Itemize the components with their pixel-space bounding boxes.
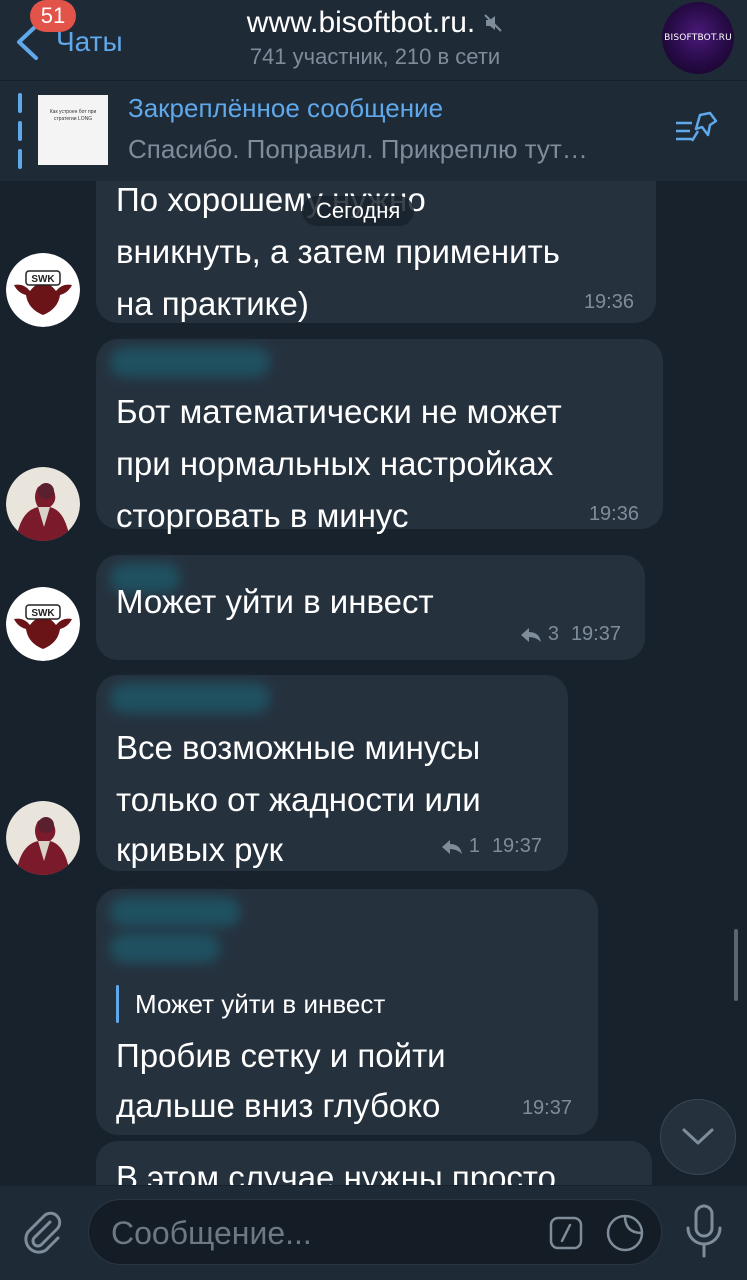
sender-avatar[interactable] <box>6 467 80 541</box>
message-input-field[interactable] <box>88 1199 662 1266</box>
message-bubble[interactable]: Может уйти в инвест 3 19:37 <box>96 555 645 660</box>
message-time: 19:36 <box>583 291 634 313</box>
pinned-list-icon[interactable] <box>674 109 720 149</box>
pinned-thumbnail: Как устроен бот при стратегии LONG <box>38 95 108 165</box>
message-line: Может уйти в инвест <box>116 583 434 620</box>
user-photo-icon <box>6 467 80 541</box>
message-time: 19:36 <box>588 503 639 525</box>
message-line: Бот математически не может <box>116 393 562 430</box>
scrollbar[interactable] <box>734 929 738 1001</box>
swk-bull-logo-icon: SWK <box>6 587 80 661</box>
back-button[interactable]: Чаты <box>14 22 144 62</box>
compose-bar <box>0 1186 747 1280</box>
sender-avatar[interactable]: SWK <box>6 587 80 661</box>
sender-avatar[interactable] <box>6 801 80 875</box>
reply-count: 1 <box>468 835 480 857</box>
date-separator: Сегодня <box>302 196 415 226</box>
pinned-title: Закреплённое сообщение <box>128 93 444 123</box>
message-time: 19:37 <box>521 1097 572 1119</box>
message-bubble[interactable]: В этом случае нужны просто <box>96 1141 652 1185</box>
message-line: Все возможные минусы <box>116 729 481 766</box>
paperclip-icon[interactable] <box>16 1206 66 1256</box>
sender-name-blurred <box>110 933 220 963</box>
chat-header: Чаты 51 www.bisoftbot.ru. 741 участник, … <box>0 0 747 80</box>
message-meta: 19:36 <box>589 503 639 526</box>
message-meta: 3 19:37 <box>520 623 621 646</box>
reply-quote[interactable]: Может уйти в инвест <box>116 984 385 1024</box>
message-time: 19:37 <box>570 623 621 645</box>
channel-avatar[interactable]: BISOFTBOT.RU <box>662 2 734 74</box>
microphone-icon[interactable] <box>682 1202 726 1260</box>
message-line: Пробив сетку и пойти <box>116 1037 446 1074</box>
swk-bull-logo-icon: SWK <box>6 253 80 327</box>
muted-icon <box>484 14 502 32</box>
message-line: дальше вниз глубоко <box>116 1087 441 1124</box>
quote-bar <box>116 985 119 1023</box>
user-photo-icon <box>6 801 80 875</box>
unread-badge: 51 <box>30 0 76 32</box>
reply-icon <box>520 627 541 642</box>
chat-subtitle: 741 участник, 210 в сети <box>249 44 501 69</box>
message-bubble[interactable]: Все возможные минусы только от жадности … <box>96 675 568 871</box>
quote-text: Может уйти в инвест <box>135 988 386 1019</box>
reply-icon <box>441 839 462 854</box>
message-line: В этом случае нужны просто <box>116 1159 557 1185</box>
sticker-icon[interactable] <box>605 1213 645 1253</box>
avatar-label: SWK <box>31 274 55 285</box>
message-line: при нормальных настройках <box>116 445 554 482</box>
bot-command-icon[interactable] <box>549 1216 583 1250</box>
message-bubble[interactable]: Бот математически не может при нормальны… <box>96 339 663 534</box>
scroll-to-bottom-button[interactable] <box>660 1099 736 1175</box>
chat-title-area[interactable]: www.bisoftbot.ru. 741 участник, 210 в се… <box>160 6 590 70</box>
message-line: кривых рук <box>116 831 284 868</box>
sender-name-blurred <box>110 683 270 713</box>
message-line: на практике) <box>116 285 309 322</box>
message-input[interactable] <box>109 1200 533 1266</box>
channel-avatar-text: BISOFTBOT.RU <box>664 33 732 43</box>
chevron-down-icon <box>682 1128 714 1145</box>
message-line: только от жадности или <box>116 781 481 818</box>
message-line: вникнуть, а затем применить <box>116 233 560 270</box>
pinned-text: Спасибо. Поправил. Прикреплю тут… <box>128 134 588 164</box>
message-meta: 19:36 <box>584 291 634 314</box>
sender-name-blurred <box>110 347 270 377</box>
message-bubble[interactable]: Может уйти в инвест Пробив сетку и пойти… <box>96 889 598 1135</box>
message-time: 19:37 <box>491 835 542 857</box>
sender-name-blurred <box>110 897 240 927</box>
pinned-thumbnail-text: Как устроен бот при стратегии LONG <box>49 109 97 122</box>
message-meta: 1 19:37 <box>441 835 542 858</box>
reply-count: 3 <box>547 623 559 645</box>
pinned-indicator <box>18 93 22 169</box>
message-line: сторговать в минус <box>116 497 409 534</box>
sender-avatar[interactable]: SWK <box>6 253 80 327</box>
chat-title-text: www.bisoftbot.ru. <box>246 6 476 39</box>
chat-title: www.bisoftbot.ru. <box>247 6 503 40</box>
message-list[interactable]: По хорошему нужно вникнуть, а затем прим… <box>0 181 747 1185</box>
pinned-message-bar[interactable]: Как устроен бот при стратегии LONG Закре… <box>0 80 747 181</box>
avatar-label: SWK <box>31 608 55 619</box>
message-meta: 19:37 <box>522 1097 572 1120</box>
